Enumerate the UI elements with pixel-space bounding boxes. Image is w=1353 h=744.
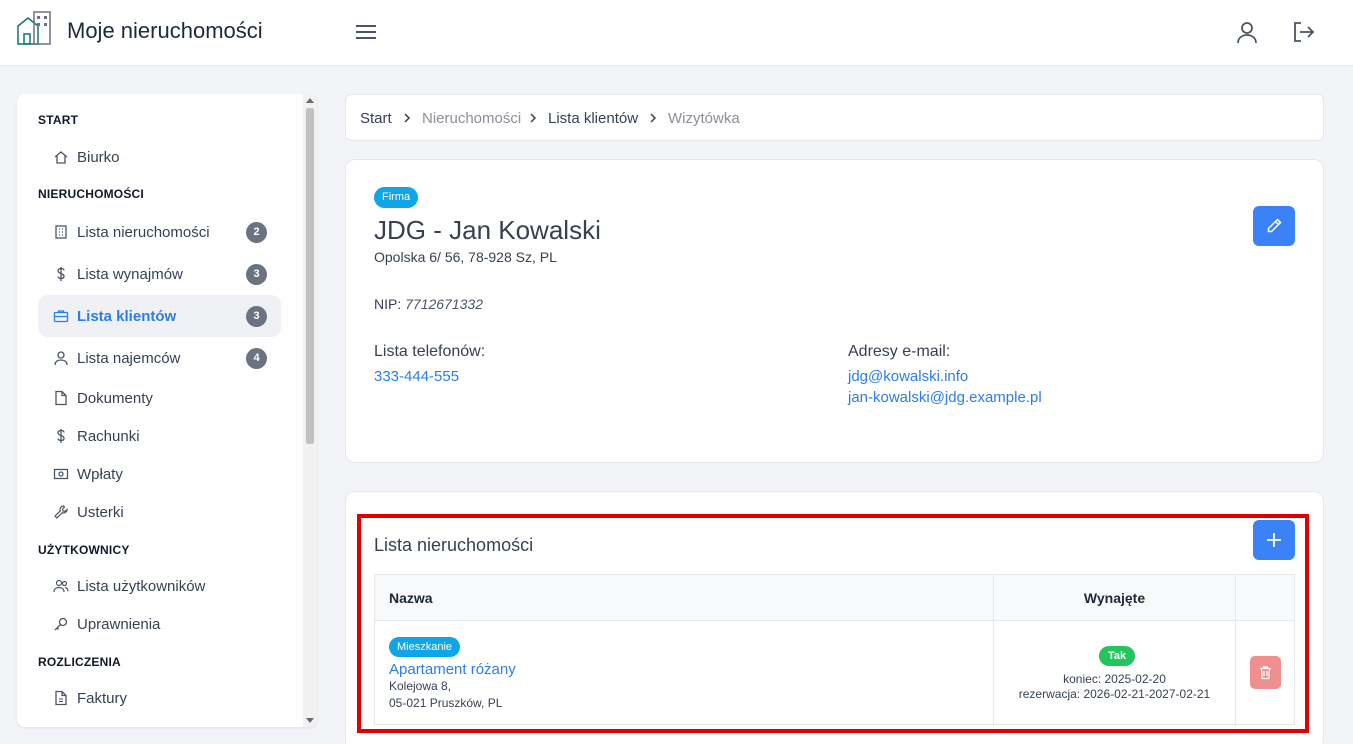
emails-label: Adresy e-mail: [848, 343, 951, 360]
phone-link[interactable]: 333-444-555 [374, 368, 459, 385]
dollar-icon [57, 429, 65, 443]
chevron-right-icon [404, 113, 411, 123]
hamburger-icon[interactable] [354, 20, 378, 44]
phones-label: Lista telefonów: [374, 343, 486, 360]
email-link[interactable]: jan-kowalski@jdg.example.pl [848, 389, 1042, 406]
cash-icon [53, 468, 69, 480]
edit-client-button[interactable] [1253, 206, 1295, 246]
scrollbar-thumb[interactable] [306, 108, 314, 444]
app-title: Moje nieruchomości [67, 18, 263, 43]
scroll-down-icon[interactable] [306, 718, 314, 723]
sidebar-item-wplaty[interactable]: Wpłaty [38, 453, 281, 495]
user-icon[interactable] [1234, 19, 1260, 45]
sidebar-section-nieruchomosci: NIERUCHOMOŚCI [38, 187, 144, 201]
client-nip: NIP: 7712671332 [374, 296, 483, 312]
breadcrumb-lista-klientow[interactable]: Lista klientów [548, 110, 638, 127]
sidebar-item-label: Biurko [77, 149, 120, 166]
chevron-right-icon [530, 113, 537, 123]
building-icon [55, 225, 67, 239]
sidebar-item-rachunki[interactable]: Rachunki [38, 415, 281, 457]
sidebar-item-biurko[interactable]: Biurko [38, 136, 281, 178]
key-icon [54, 617, 68, 631]
sidebar-item-label: Faktury [77, 690, 128, 707]
breadcrumb-wizytowka: Wizytówka [668, 110, 740, 127]
client-card: Firma JDG - Jan Kowalski Opolska 6/ 56, … [345, 159, 1324, 463]
client-address: Opolska 6/ 56, 78-928 Sz, PL [374, 249, 557, 265]
count-badge: 3 [246, 306, 267, 327]
pencil-icon [1267, 218, 1282, 233]
building-logo-icon [17, 11, 51, 45]
sidebar-item-label: Usterki [77, 504, 124, 521]
sidebar-item-label: Lista klientów [77, 308, 177, 325]
users-icon [53, 579, 69, 593]
document-icon [55, 390, 67, 406]
sidebar-scrollbar[interactable] [303, 94, 317, 727]
sidebar-item-label: Lista najemców [77, 350, 181, 367]
sidebar-item-dokumenty[interactable]: Dokumenty [38, 377, 281, 419]
scroll-up-icon[interactable] [306, 98, 314, 103]
sidebar-item-usterki[interactable]: Usterki [38, 491, 281, 533]
sidebar-item-lista-klientow[interactable]: Lista klientów 3 [38, 295, 281, 337]
email-link[interactable]: jdg@kowalski.info [848, 368, 968, 385]
user-icon [54, 351, 68, 366]
nip-value: 7712671332 [405, 296, 483, 312]
chevron-right-icon [650, 113, 657, 123]
sidebar-section-start: START [38, 113, 79, 127]
sidebar-item-label: Wpłaty [77, 466, 123, 483]
sidebar-item-label: Dokumenty [77, 390, 153, 407]
sidebar-item-label: Rachunki [77, 428, 140, 445]
client-name: JDG - Jan Kowalski [374, 215, 601, 245]
sidebar-item-lista-nieruchomosci[interactable]: Lista nieruchomości 2 [38, 211, 281, 253]
sidebar-section-uzytkownicy: UŻYTKOWNICY [38, 543, 130, 557]
highlight-box [357, 514, 1309, 733]
client-type-badge: Firma [374, 187, 419, 208]
sidebar-item-uprawnienia[interactable]: Uprawnienia [38, 603, 281, 645]
breadcrumb: Start Nieruchomości Lista klientów Wizyt… [345, 94, 1324, 141]
breadcrumb-nieruchomosci: Nieruchomości [422, 110, 522, 127]
breadcrumb-start[interactable]: Start [360, 110, 392, 127]
wrench-icon [54, 505, 68, 519]
count-badge: 3 [246, 264, 267, 285]
top-bar: Moje nieruchomości [0, 0, 1353, 66]
dollar-icon [57, 267, 65, 281]
nip-label: NIP: [374, 296, 402, 312]
sidebar-item-lista-uzytkownikow[interactable]: Lista użytkowników [38, 565, 281, 607]
briefcase-icon [53, 310, 69, 323]
sidebar-item-lista-najemcow[interactable]: Lista najemców 4 [38, 337, 281, 379]
sidebar: START Biurko NIERUCHOMOŚCI Lista nieruch… [17, 94, 317, 727]
sidebar-item-label: Uprawnienia [77, 616, 161, 633]
sidebar-item-label: Lista wynajmów [77, 266, 183, 283]
sidebar-item-faktury[interactable]: Faktury [38, 677, 281, 719]
count-badge: 4 [246, 348, 267, 369]
sidebar-item-label: Lista użytkowników [77, 578, 206, 595]
invoice-icon [55, 690, 67, 706]
sidebar-item-label: Lista nieruchomości [77, 224, 210, 241]
home-icon [54, 151, 68, 164]
sidebar-item-lista-wynajmow[interactable]: Lista wynajmów 3 [38, 253, 281, 295]
count-badge: 2 [246, 222, 267, 243]
sidebar-section-rozliczenia: ROZLICZENIA [38, 655, 121, 669]
logout-icon[interactable] [1290, 19, 1316, 45]
